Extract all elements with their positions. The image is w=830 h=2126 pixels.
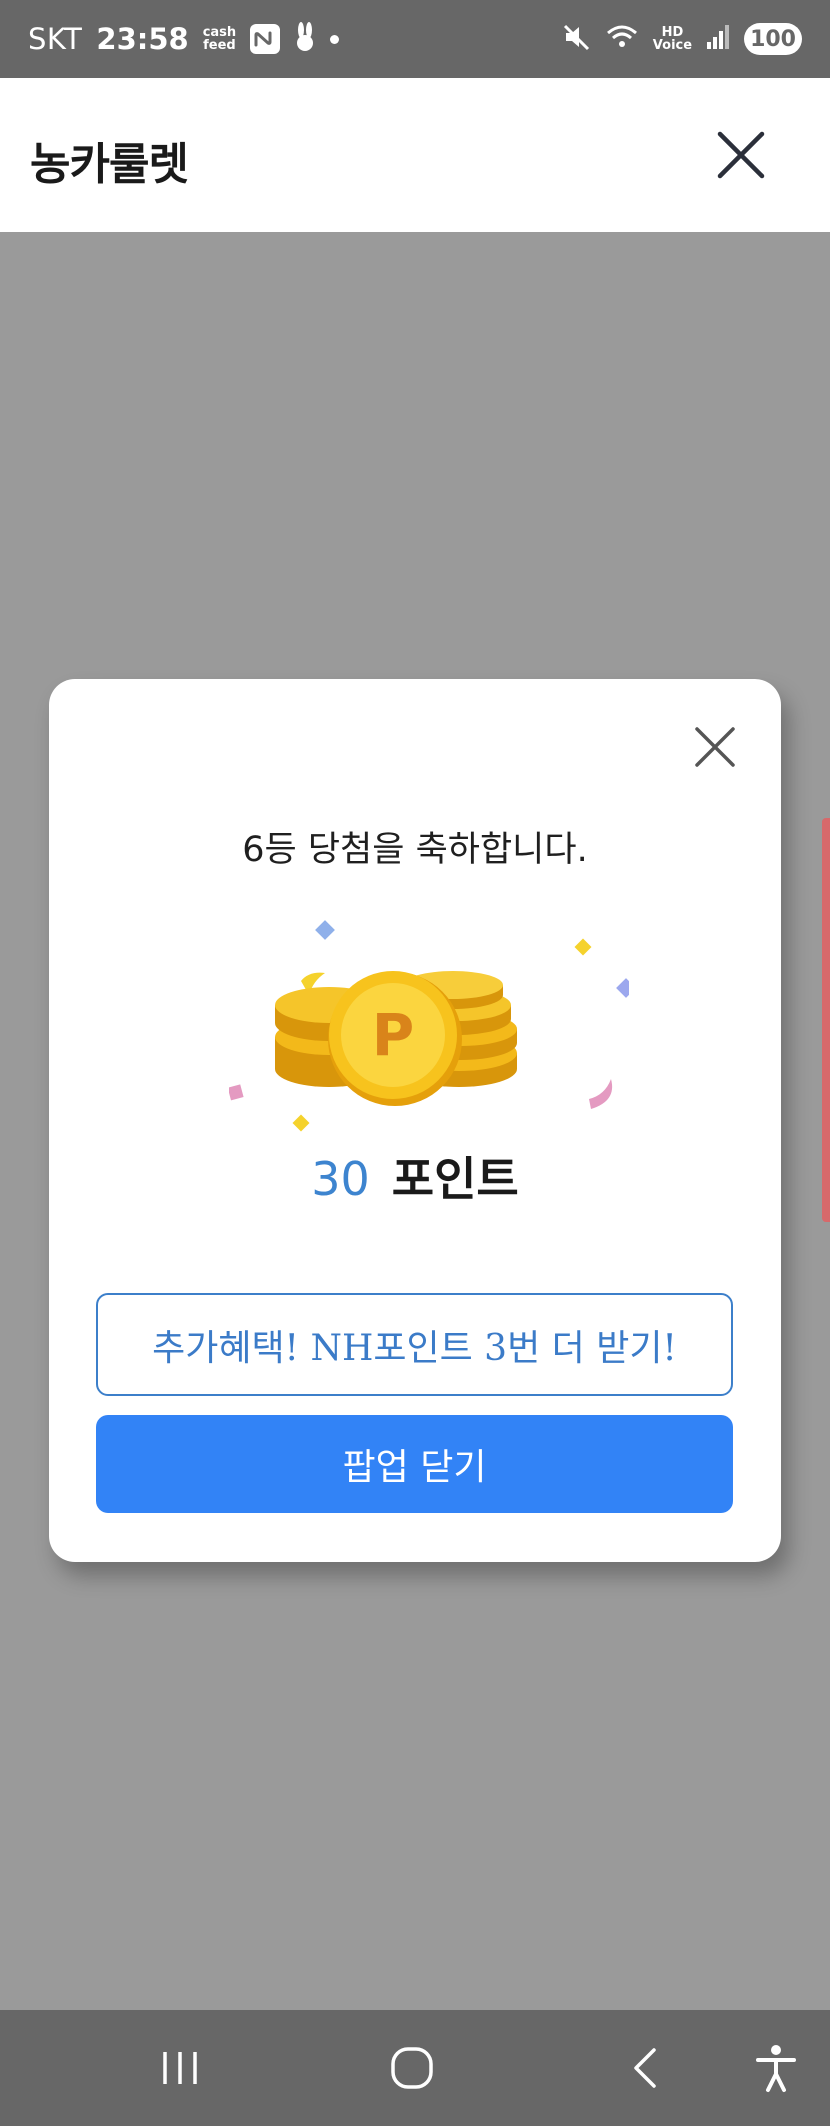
cashfeed-icon: cash feed bbox=[203, 26, 236, 52]
home-icon[interactable] bbox=[382, 2038, 442, 2098]
coin-letter: P bbox=[372, 1001, 415, 1069]
popup-title: 6등 당첨을 축하합니다. bbox=[242, 830, 588, 870]
status-right: HD Voice 100 bbox=[563, 23, 802, 55]
notification-dot bbox=[330, 34, 340, 44]
scroll-indicator bbox=[822, 818, 830, 1222]
back-icon[interactable] bbox=[616, 2038, 676, 2098]
recent-apps-icon[interactable] bbox=[150, 2038, 210, 2098]
result-popup: 6등 당첨을 축하합니다. P 30 포인트 추가혜택! NH포인트 3번 더 … bbox=[49, 679, 781, 1562]
points-unit: 포인트 bbox=[391, 1152, 519, 1206]
coin-icon: P bbox=[227, 919, 636, 1149]
extra-benefit-button[interactable]: 추가혜택! NH포인트 3번 더 받기! bbox=[96, 1293, 733, 1396]
cashfeed-label-2: feed bbox=[203, 38, 236, 53]
points-display: 30 포인트 bbox=[49, 1143, 781, 1209]
points-value: 30 bbox=[311, 1152, 370, 1206]
mute-icon bbox=[563, 23, 591, 55]
app-header: 농카룰렛 bbox=[0, 78, 830, 232]
status-bar: SKT 23:58 cash feed HD Voice 100 bbox=[0, 0, 830, 78]
wifi-icon bbox=[605, 23, 639, 55]
accessibility-icon[interactable] bbox=[746, 2038, 806, 2098]
close-popup-button[interactable]: 팝업 닫기 bbox=[96, 1415, 733, 1513]
app-notification-icon bbox=[250, 24, 281, 54]
clock: 23:58 bbox=[96, 22, 189, 56]
system-nav-bar bbox=[0, 2010, 830, 2126]
status-left: SKT 23:58 cash feed bbox=[28, 22, 340, 56]
battery-indicator: 100 bbox=[744, 23, 802, 55]
page-title: 농카룰렛 bbox=[30, 139, 189, 190]
rabbit-icon bbox=[294, 22, 316, 56]
popup-close-icon[interactable] bbox=[692, 724, 738, 770]
voice-label: Voice bbox=[652, 38, 693, 53]
signal-icon bbox=[706, 24, 730, 54]
close-icon[interactable] bbox=[714, 128, 768, 182]
hd-voice-icon: HD Voice bbox=[653, 26, 692, 52]
carrier-label: SKT bbox=[28, 22, 83, 56]
